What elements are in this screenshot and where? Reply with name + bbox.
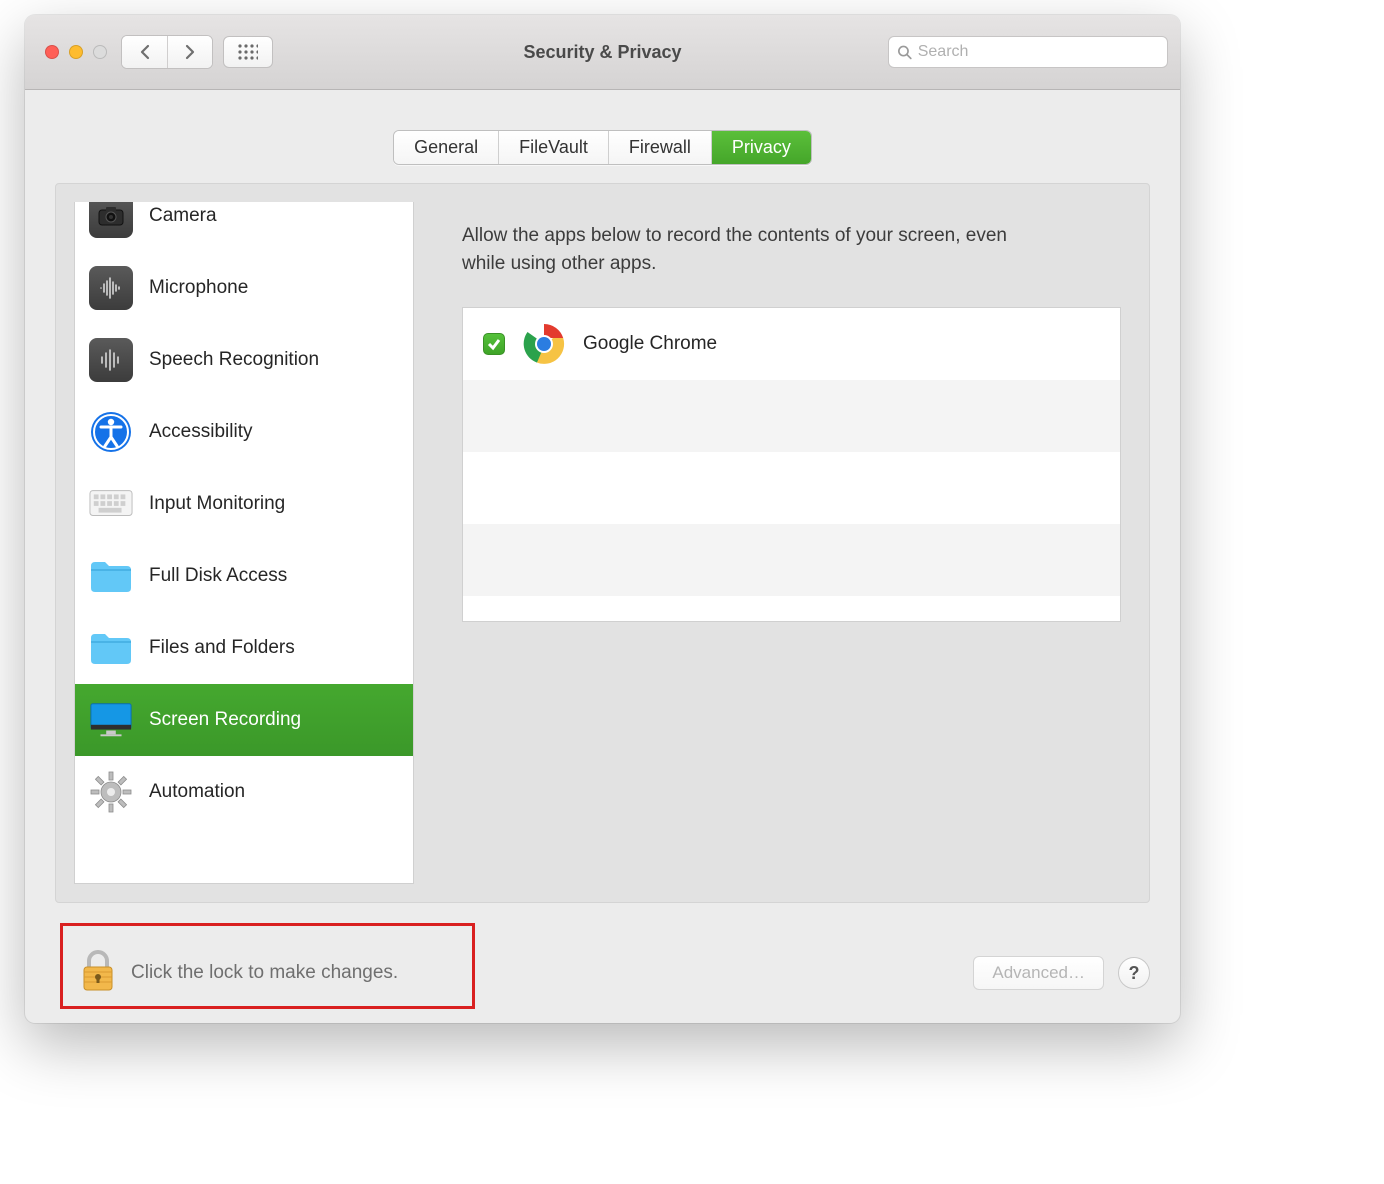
lock-icon[interactable] [81,949,115,998]
show-all-button[interactable] [223,36,273,68]
search-field[interactable] [888,36,1168,68]
chevron-left-icon [139,44,151,60]
sidebar-item-label: Files and Folders [149,637,295,659]
minimize-window-button[interactable] [69,45,83,59]
display-icon [89,698,133,742]
keyboard-icon [89,482,133,526]
app-list[interactable]: Google Chrome [462,307,1121,622]
accessibility-icon [89,410,133,454]
tab-privacy[interactable]: Privacy [711,131,811,164]
footer: Click the lock to make changes. Advanced… [25,923,1180,1023]
sidebar-item-label: Input Monitoring [149,493,285,515]
sidebar-item-label: Camera [149,205,217,227]
folder-icon [89,554,133,598]
camera-icon [89,202,133,238]
sidebar-item-input-monitoring[interactable]: Input Monitoring [75,468,413,540]
chevron-right-icon [184,44,196,60]
search-icon [897,44,912,60]
close-window-button[interactable] [45,45,59,59]
back-button[interactable] [122,36,167,68]
sidebar-item-screen-recording[interactable]: Screen Recording [75,684,413,756]
sidebar-item-camera[interactable]: Camera [75,202,413,252]
tab-general[interactable]: General [394,131,498,164]
nav-buttons [121,35,213,69]
app-row-empty [463,380,1120,452]
chrome-icon [523,323,565,365]
sidebar-item-label: Full Disk Access [149,565,287,587]
sidebar-item-speech-recognition[interactable]: Speech Recognition [75,324,413,396]
zoom-window-button[interactable] [93,45,107,59]
app-row-empty [463,524,1120,596]
waveform-icon [89,338,133,382]
description-text: Allow the apps below to record the conte… [462,222,1022,277]
sidebar-item-label: Microphone [149,277,248,299]
sidebar-item-label: Automation [149,781,245,803]
app-name-label: Google Chrome [583,333,717,355]
lock-text: Click the lock to make changes. [131,962,398,984]
grid-icon [238,44,258,60]
forward-button[interactable] [167,36,212,68]
content-panel: Camera Microphone Speech Recognition Acc… [55,183,1150,903]
advanced-button[interactable]: Advanced… [973,956,1104,990]
app-row-google-chrome[interactable]: Google Chrome [463,308,1120,380]
sidebar-item-files-and-folders[interactable]: Files and Folders [75,612,413,684]
gear-icon [89,770,133,814]
sidebar-item-accessibility[interactable]: Accessibility [75,396,413,468]
toolbar: Security & Privacy [25,15,1180,90]
sidebar-item-full-disk-access[interactable]: Full Disk Access [75,540,413,612]
sidebar-item-automation[interactable]: Automation [75,756,413,828]
sidebar-item-label: Screen Recording [149,709,301,731]
window-controls [45,45,107,59]
app-checkbox[interactable] [483,333,505,355]
tab-bar: General FileVault Firewall Privacy [25,130,1180,165]
help-button[interactable]: ? [1118,957,1150,989]
search-input[interactable] [918,43,1159,61]
sidebar-item-microphone[interactable]: Microphone [75,252,413,324]
tab-firewall[interactable]: Firewall [608,131,711,164]
sidebar-item-label: Speech Recognition [149,349,319,371]
app-row-empty [463,452,1120,524]
detail-pane: Allow the apps below to record the conte… [432,202,1131,884]
tab-filevault[interactable]: FileVault [498,131,608,164]
sidebar-item-label: Accessibility [149,421,252,443]
preferences-window: Security & Privacy General FileVault Fir… [25,15,1180,1023]
folder-icon [89,626,133,670]
privacy-category-list[interactable]: Camera Microphone Speech Recognition Acc… [74,202,414,884]
segmented-control: General FileVault Firewall Privacy [393,130,812,165]
microphone-icon [89,266,133,310]
lock-group[interactable]: Click the lock to make changes. [81,949,398,998]
